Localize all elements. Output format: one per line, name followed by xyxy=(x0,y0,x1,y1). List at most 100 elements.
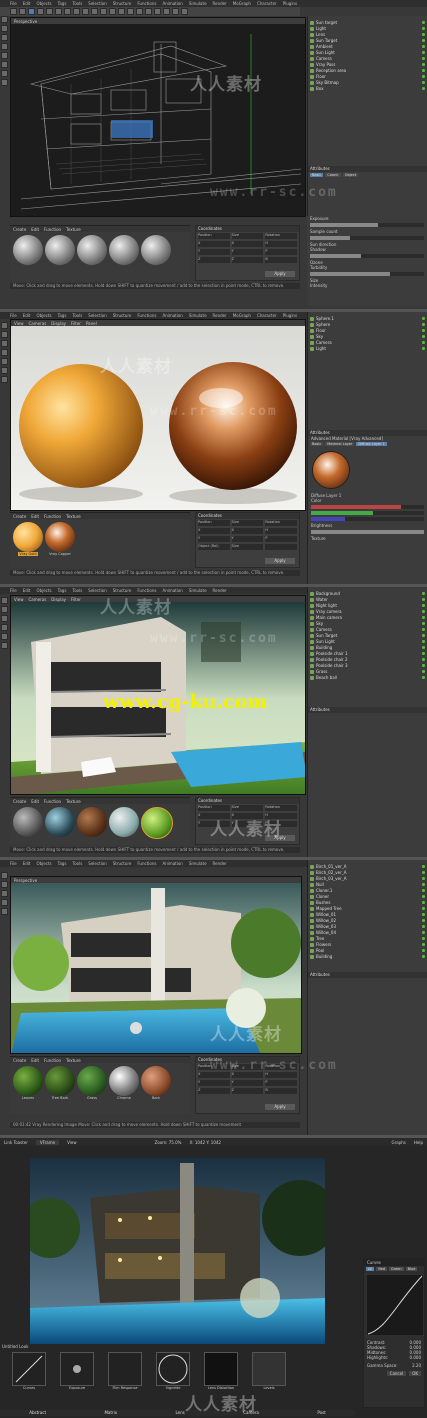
coord-row[interactable]: XXH xyxy=(196,527,299,535)
coord-row[interactable]: Object (Rel) Size xyxy=(196,543,299,551)
tab-green[interactable]: Green xyxy=(389,1267,404,1271)
list-item[interactable]: Lens xyxy=(310,32,425,37)
menu-item[interactable]: Animation xyxy=(162,1,182,6)
list-item[interactable]: Camera xyxy=(310,627,425,632)
check-icon[interactable] xyxy=(422,81,425,84)
check-icon[interactable] xyxy=(422,664,425,667)
effect-item[interactable]: Exposure xyxy=(60,1352,94,1390)
menu-item[interactable]: Objects xyxy=(36,313,51,318)
list-item[interactable]: Birch_02_ver_A xyxy=(310,870,425,875)
menu-item[interactable]: Selection xyxy=(88,861,106,866)
polygons-mode-icon[interactable] xyxy=(1,633,8,640)
material-menu-item[interactable]: Create xyxy=(13,514,26,519)
list-item[interactable]: Cloner.1 xyxy=(310,888,425,893)
material-menu-item[interactable]: Edit xyxy=(31,514,39,519)
lens-distortion-effect-icon[interactable] xyxy=(204,1352,238,1386)
check-icon[interactable] xyxy=(422,871,425,874)
menu-item[interactable]: File xyxy=(10,313,17,318)
list-item[interactable]: Null xyxy=(310,882,425,887)
list-item[interactable]: Main camera xyxy=(310,615,425,620)
axis-mode-icon[interactable] xyxy=(1,61,8,68)
list-item[interactable]: Pool xyxy=(310,948,425,953)
points-mode-icon[interactable] xyxy=(1,340,8,347)
material-swatch[interactable] xyxy=(45,235,75,265)
menu-item[interactable]: Selection xyxy=(88,313,106,318)
material-swatch[interactable] xyxy=(13,1066,43,1096)
viewport-menu-item[interactable]: Display xyxy=(51,321,66,326)
list-item[interactable]: Grass xyxy=(310,669,425,674)
param-row[interactable]: Gamma Space: 2.20 xyxy=(364,1363,424,1368)
menu-item[interactable]: MoGraph xyxy=(233,1,251,6)
list-item[interactable]: Camera xyxy=(310,56,425,61)
check-icon[interactable] xyxy=(422,610,425,613)
check-icon[interactable] xyxy=(422,937,425,940)
menu-item[interactable]: Tags xyxy=(58,313,67,318)
material-menu-item[interactable]: Texture xyxy=(66,227,81,232)
check-icon[interactable] xyxy=(422,317,425,320)
curve-graph[interactable] xyxy=(365,1273,425,1337)
param-row[interactable]: Highlights: 0.000 xyxy=(364,1355,424,1360)
attr-field[interactable]: Intensity xyxy=(307,283,427,288)
material-menu-item[interactable]: Function xyxy=(44,514,61,519)
coord-row[interactable]: YYP xyxy=(196,248,299,256)
undo-icon[interactable] xyxy=(10,8,17,15)
check-icon[interactable] xyxy=(422,323,425,326)
menu-item[interactable]: Edit xyxy=(23,588,31,593)
coord-row[interactable]: ZZB xyxy=(196,1087,299,1095)
edges-mode-icon[interactable] xyxy=(1,349,8,356)
menu-item[interactable]: File xyxy=(10,861,17,866)
list-item[interactable]: Willow_02 xyxy=(310,918,425,923)
menu-item[interactable]: Render xyxy=(213,861,227,866)
menu-item[interactable]: Tools xyxy=(72,313,82,318)
viewport-menu-item[interactable]: Panel xyxy=(86,321,97,326)
polygons-mode-icon[interactable] xyxy=(1,358,8,365)
coord-row[interactable]: YYP xyxy=(196,535,299,543)
check-icon[interactable] xyxy=(422,907,425,910)
effect-item[interactable]: Levels xyxy=(252,1352,286,1390)
list-item[interactable]: Sky xyxy=(310,621,425,626)
list-item[interactable]: Night light xyxy=(310,603,425,608)
attr-slider[interactable] xyxy=(310,254,424,258)
menu-item[interactable]: Animation xyxy=(162,313,182,318)
material-item[interactable]: Grass xyxy=(77,1066,107,1100)
menu-item[interactable]: Tags xyxy=(58,588,67,593)
tab-blue[interactable]: Blue xyxy=(405,1267,418,1271)
check-icon[interactable] xyxy=(422,329,425,332)
check-icon[interactable] xyxy=(422,658,425,661)
view-button[interactable]: View xyxy=(67,1140,77,1145)
check-icon[interactable] xyxy=(422,943,425,946)
menu-item[interactable]: Functions xyxy=(137,861,156,866)
check-icon[interactable] xyxy=(422,598,425,601)
menu-item[interactable]: Edit xyxy=(23,861,31,866)
menu-item[interactable]: Render xyxy=(213,588,227,593)
attr-slider[interactable] xyxy=(310,236,424,240)
material-menu-item[interactable]: Function xyxy=(44,227,61,232)
tab-post[interactable]: Post xyxy=(317,1410,325,1416)
check-icon[interactable] xyxy=(422,21,425,24)
material-swatch[interactable] xyxy=(13,235,43,265)
polygons-mode-icon[interactable] xyxy=(1,908,8,915)
menu-item[interactable]: File xyxy=(10,1,17,6)
check-icon[interactable] xyxy=(422,592,425,595)
object-mode-icon[interactable] xyxy=(1,25,8,32)
list-item[interactable]: Sun Target xyxy=(310,633,425,638)
object-mode-icon[interactable] xyxy=(1,331,8,338)
menu-item[interactable]: Animation xyxy=(162,861,182,866)
attr-field[interactable]: Turbidity xyxy=(307,265,427,270)
redo-icon[interactable] xyxy=(19,8,26,15)
scale-tool-icon[interactable] xyxy=(37,8,44,15)
edges-mode-icon[interactable] xyxy=(1,624,8,631)
material-swatch[interactable] xyxy=(77,807,107,837)
material-swatch[interactable] xyxy=(141,807,173,839)
menu-item[interactable]: Structure xyxy=(113,1,132,6)
move-tool-icon[interactable] xyxy=(28,8,35,15)
menu-item[interactable]: Simulate xyxy=(189,861,207,866)
menu-item[interactable]: Simulate xyxy=(189,1,207,6)
attr-field[interactable]: Shadow xyxy=(307,247,427,252)
check-icon[interactable] xyxy=(422,51,425,54)
material-menu-item[interactable]: Function xyxy=(44,799,61,804)
list-item[interactable]: Flowers xyxy=(310,942,425,947)
camera-icon[interactable] xyxy=(163,8,170,15)
list-item[interactable]: Poolside chair 1 xyxy=(310,651,425,656)
menu-item[interactable]: Functions xyxy=(137,1,156,6)
